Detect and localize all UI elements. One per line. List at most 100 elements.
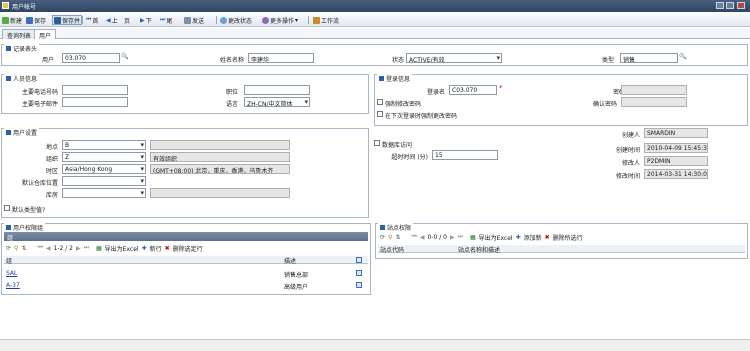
timezone-select[interactable]: Asia/Hong Kong [62,164,146,174]
default-checkbox[interactable] [4,205,10,211]
next-page-icon[interactable]: ▶ [450,234,455,241]
storeroom-select[interactable] [62,188,146,198]
user-field[interactable]: 03.070 [62,53,120,63]
language-select[interactable]: ZH-CN/中文简体 [244,97,310,107]
user-label: 用户 [41,57,54,64]
last-record-button[interactable]: ⏭ 尾 [160,15,172,25]
first-record-button[interactable]: ⏮ 首 [86,15,98,25]
group-description: 销售总部 [284,272,309,279]
sort-icon[interactable]: ⇅ [395,234,400,241]
name-field[interactable]: 李建华 [248,53,314,63]
groups-grid-toolbar: ⟳ ⚲ ⇅ ⏮ ◀ 1-2 / 2 ▶ ⏭ ▦ 导出为Excel ✚ 新行 ✖ … [6,243,203,253]
send-icon [184,16,191,24]
new-icon [2,16,9,24]
prev-page-icon[interactable]: ◀ [420,234,425,241]
last-icon: ⏭ [160,16,166,23]
created-on-field: 2010-04-09 15:45:35 [644,143,708,153]
tab-user[interactable]: 用户 [34,29,57,40]
changed-by-label: 修改人 [621,160,640,167]
timeout-field[interactable]: 15 [432,150,498,160]
expire-checkbox[interactable] [377,111,383,117]
prev-icon: ◀ [106,16,111,24]
force-change-checkbox[interactable] [377,99,383,105]
next-record-button[interactable]: ▶ 下 [140,15,152,25]
more-actions-button[interactable]: 更多操作 ▾ [262,15,298,25]
new-button[interactable]: 新建 [2,15,22,25]
next-page-icon[interactable]: ▶ [76,245,81,252]
column-site-desc[interactable]: 站点名称和描述 [458,245,500,254]
close-button[interactable] [737,2,745,9]
app-icon [2,2,9,9]
last-page-icon[interactable]: ⏭ [84,244,89,252]
loginid-field[interactable]: C03.070 [449,85,497,95]
first-page-icon[interactable]: ⏮ [37,244,42,252]
password-field[interactable] [621,85,687,95]
excel-icon: ▦ [95,244,102,252]
first-page-icon[interactable]: ⏮ [411,233,416,241]
lookup-icon[interactable]: 🔍 [679,53,686,60]
person-info-title[interactable]: 人员信息 [4,74,40,83]
send-button[interactable]: 发送 [184,15,204,25]
site-select[interactable]: B [62,140,146,150]
change-status-button[interactable]: 更改状态 [220,15,252,25]
delete-row-button[interactable]: 删除选定行 [173,244,203,253]
email-label: 主要电子邮件 [21,101,58,108]
column-group[interactable]: 组 [6,256,12,265]
new-row-button[interactable]: 新行 [150,244,162,253]
column-site-code[interactable]: 站点代码 [380,245,404,254]
required-icon: * [499,84,503,92]
filter-icon[interactable]: ⚲ [388,234,392,241]
site-permissions-title[interactable]: 站点权限 [378,223,414,232]
created-by-field: SMARDIN [644,128,708,138]
last-page-icon[interactable]: ⏭ [458,233,463,241]
confirm-field[interactable] [621,97,687,107]
select-all-icon[interactable] [356,257,362,263]
refresh-icon[interactable]: ⟳ [6,245,11,252]
email-field[interactable] [62,97,128,107]
store-select[interactable] [62,176,146,186]
group-link[interactable]: A-37 [6,282,20,289]
site-permissions-panel: 站点权限 ⟳ ⚲ ⇅ ⏮ ◀ 0-0 / 0 ▶ ⏭ ▦ 导出为Excel ✚ … [375,223,748,259]
download-button[interactable]: 导出为Excel [479,233,513,242]
prev-page-icon[interactable]: ◀ [46,245,51,252]
download-button[interactable]: 导出为Excel [105,244,139,253]
chevron-down-icon: ▾ [295,16,299,24]
changed-on-label: 修改时间 [615,173,640,180]
sort-icon[interactable]: ⇅ [21,245,26,252]
row-detail-icon[interactable] [356,270,362,276]
save-new-button[interactable]: 保存并新建 [52,15,82,25]
org-select[interactable]: Z [62,152,146,162]
toolbar: 新建 保存 保存并新建 ⏮ 首 ◀ 上 页 ▶ 下 ⏭ 尾 发送 更改状态 更多… [0,13,750,27]
title-field[interactable] [244,85,310,95]
new-row-button[interactable]: 添加新 [524,233,542,242]
save-button[interactable]: 保存 [26,15,46,25]
filter-icon[interactable]: ⚲ [14,245,18,252]
type-field[interactable]: 销售 [620,53,678,63]
groups-title[interactable]: 用户权限组 [4,223,46,232]
record-header-title[interactable]: 记录表头 [4,44,40,53]
delete-row-button[interactable]: 删除所选行 [553,233,583,242]
prev-record-button[interactable]: ◀ 上 [106,15,118,25]
collapse-icon [6,75,11,81]
search-icon[interactable]: 🔍 [121,53,128,60]
page-button[interactable]: 页 [124,15,130,25]
tab-list[interactable]: 查询列表 [2,29,37,40]
site-label: 地点 [45,144,58,151]
dbaccess-checkbox[interactable] [374,140,380,146]
status-icon [220,16,227,24]
group-link[interactable]: SAL [6,270,17,277]
delete-icon: ✖ [164,244,170,252]
minimize-button[interactable] [716,2,724,9]
loginid-label: 登录名 [426,89,445,96]
user-settings-title[interactable]: 用户设置 [4,128,40,137]
column-description[interactable]: 描述 [284,256,296,265]
refresh-icon[interactable]: ⟳ [380,234,385,241]
row-detail-icon[interactable] [356,282,362,288]
maximize-button[interactable] [726,2,734,9]
status-select[interactable]: ACTIVE/有效 [406,53,502,63]
phone-field[interactable] [62,85,128,95]
workflow-button[interactable]: 工作流 [313,15,339,25]
org-description: 有效组织 [150,152,290,162]
changed-by-field: P2DMIN [644,156,708,166]
login-info-title[interactable]: 登录信息 [377,74,413,83]
